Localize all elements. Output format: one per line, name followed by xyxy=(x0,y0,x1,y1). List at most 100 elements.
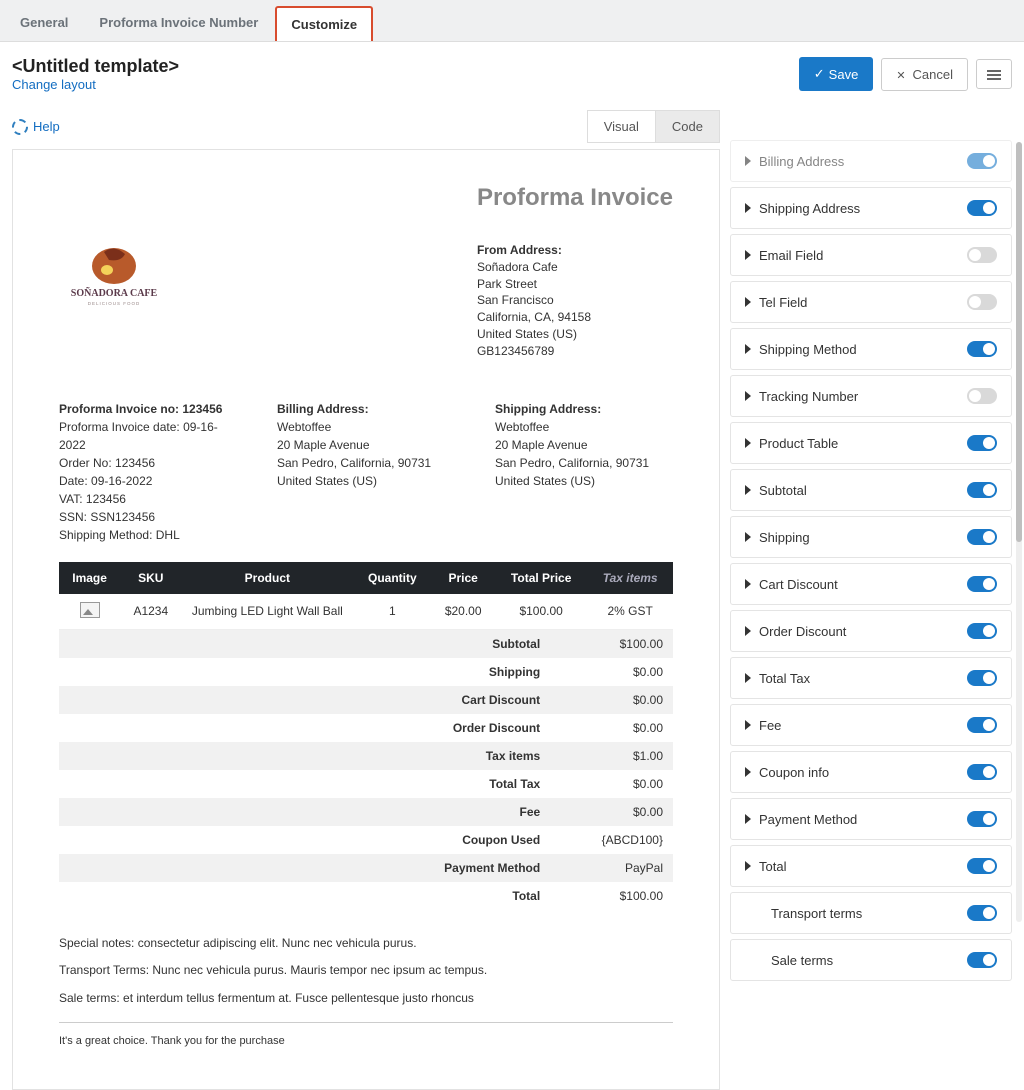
panel-item-label: Payment Method xyxy=(759,812,857,827)
panel-item-label: Subtotal xyxy=(759,483,807,498)
chevron-right-icon xyxy=(745,156,751,166)
toggle-switch[interactable] xyxy=(967,952,997,968)
panel-item-order-discount[interactable]: Order Discount xyxy=(730,610,1012,652)
panel-item-label: Cart Discount xyxy=(759,577,838,592)
panel-item-label: Tracking Number xyxy=(759,389,858,404)
chevron-right-icon xyxy=(745,861,751,871)
toggle-switch[interactable] xyxy=(967,670,997,686)
panel-item-tel-field[interactable]: Tel Field xyxy=(730,281,1012,323)
save-button[interactable]: Save xyxy=(799,57,874,91)
panel-item-label: Product Table xyxy=(759,436,838,451)
panel-item-label: Email Field xyxy=(759,248,823,263)
toggle-switch[interactable] xyxy=(967,576,997,592)
help-icon xyxy=(12,119,28,135)
toggle-switch[interactable] xyxy=(967,294,997,310)
toggle-switch[interactable] xyxy=(967,388,997,404)
template-title: <Untitled template> xyxy=(12,56,799,77)
toggle-switch[interactable] xyxy=(967,341,997,357)
scrollbar[interactable] xyxy=(1016,142,1022,922)
chevron-right-icon xyxy=(745,297,751,307)
hamburger-icon xyxy=(987,68,1001,80)
editor-tab-code[interactable]: Code xyxy=(656,110,720,143)
chevron-right-icon xyxy=(745,438,751,448)
panel-item-label: Billing Address xyxy=(759,154,844,169)
panel-item-product-table[interactable]: Product Table xyxy=(730,422,1012,464)
panel-item-cart-discount[interactable]: Cart Discount xyxy=(730,563,1012,605)
chevron-right-icon xyxy=(745,673,751,683)
table-row: A1234 Jumbing LED Light Wall Ball 1 $20.… xyxy=(59,594,673,630)
menu-button[interactable] xyxy=(976,59,1012,89)
panel-item-sale-terms[interactable]: Sale terms xyxy=(730,939,1012,981)
chevron-right-icon xyxy=(745,814,751,824)
header-bar: <Untitled template> Change layout Save C… xyxy=(0,42,1024,102)
change-layout-link[interactable]: Change layout xyxy=(12,77,96,92)
chevron-right-icon xyxy=(745,485,751,495)
svg-text:DELICIOUS FOOD: DELICIOUS FOOD xyxy=(88,301,141,306)
panel-item-label: Transport terms xyxy=(771,906,862,921)
help-link[interactable]: Help xyxy=(12,119,60,135)
toggle-switch[interactable] xyxy=(967,905,997,921)
panel-item-transport-terms[interactable]: Transport terms xyxy=(730,892,1012,934)
totals-table: Subtotal$100.00Shipping$0.00Cart Discoun… xyxy=(59,630,673,910)
panel-item-total[interactable]: Total xyxy=(730,845,1012,887)
company-logo: SOÑADORA CAFE DELICIOUS FOOD xyxy=(59,240,169,313)
chevron-right-icon xyxy=(745,767,751,777)
chevron-right-icon xyxy=(745,203,751,213)
panel-item-shipping[interactable]: Shipping xyxy=(730,516,1012,558)
from-address: From Address: Soñadora Cafe Park Street … xyxy=(477,242,673,360)
toggle-switch[interactable] xyxy=(967,153,997,169)
panel-item-shipping-method[interactable]: Shipping Method xyxy=(730,328,1012,370)
panel-item-payment-method[interactable]: Payment Method xyxy=(730,798,1012,840)
panel-item-label: Shipping Address xyxy=(759,201,860,216)
panel-item-label: Total xyxy=(759,859,786,874)
panel-item-total-tax[interactable]: Total Tax xyxy=(730,657,1012,699)
svg-text:SOÑADORA CAFE: SOÑADORA CAFE xyxy=(71,287,158,299)
chevron-right-icon xyxy=(745,532,751,542)
toggle-switch[interactable] xyxy=(967,811,997,827)
toggle-switch[interactable] xyxy=(967,482,997,498)
chevron-right-icon xyxy=(745,579,751,589)
chevron-right-icon xyxy=(745,250,751,260)
chevron-right-icon xyxy=(745,626,751,636)
panel-item-coupon-info[interactable]: Coupon info xyxy=(730,751,1012,793)
invoice-title: Proforma Invoice xyxy=(477,184,673,212)
panel-item-label: Coupon info xyxy=(759,765,829,780)
toggle-switch[interactable] xyxy=(967,435,997,451)
toggle-switch[interactable] xyxy=(967,623,997,639)
toggle-switch[interactable] xyxy=(967,717,997,733)
panel-item-label: Shipping Method xyxy=(759,342,857,357)
editor-tabs: Visual Code xyxy=(587,110,720,143)
toggle-switch[interactable] xyxy=(967,529,997,545)
panel-item-tracking-number[interactable]: Tracking Number xyxy=(730,375,1012,417)
editor-tab-visual[interactable]: Visual xyxy=(587,110,656,143)
panel-item-subtotal[interactable]: Subtotal xyxy=(730,469,1012,511)
tab-proforma-invoice-number[interactable]: Proforma Invoice Number xyxy=(85,6,272,41)
billing-address: Billing Address: Webtoffee 20 Maple Aven… xyxy=(277,400,455,544)
panel-item-fee[interactable]: Fee xyxy=(730,704,1012,746)
cancel-button[interactable]: Cancel xyxy=(881,58,968,91)
top-tabs: General Proforma Invoice Number Customiz… xyxy=(0,0,1024,42)
image-placeholder-icon xyxy=(80,602,100,618)
close-icon xyxy=(896,67,908,82)
panel-item-label: Total Tax xyxy=(759,671,810,686)
check-icon xyxy=(814,66,825,82)
product-table: Image SKU Product Quantity Price Total P… xyxy=(59,562,673,630)
invoice-meta: Proforma Invoice no: 123456 Proforma Inv… xyxy=(59,400,237,544)
tab-general[interactable]: General xyxy=(6,6,82,41)
panel-item-shipping-address[interactable]: Shipping Address xyxy=(730,187,1012,229)
chevron-right-icon xyxy=(745,720,751,730)
invoice-preview: SOÑADORA CAFE DELICIOUS FOOD Proforma In… xyxy=(12,149,720,1090)
toggle-switch[interactable] xyxy=(967,200,997,216)
panel-item-billing-address[interactable]: Billing Address xyxy=(730,140,1012,182)
panel-item-label: Sale terms xyxy=(771,953,833,968)
options-panel: Billing Address Shipping Address Email Fie… xyxy=(730,142,1012,981)
tab-customize[interactable]: Customize xyxy=(275,6,373,41)
toggle-switch[interactable] xyxy=(967,764,997,780)
panel-item-label: Tel Field xyxy=(759,295,807,310)
shipping-address: Shipping Address: Webtoffee 20 Maple Ave… xyxy=(495,400,673,544)
toggle-switch[interactable] xyxy=(967,858,997,874)
toggle-switch[interactable] xyxy=(967,247,997,263)
panel-item-label: Shipping xyxy=(759,530,810,545)
panel-item-email-field[interactable]: Email Field xyxy=(730,234,1012,276)
invoice-notes: Special notes: consectetur adipiscing el… xyxy=(59,930,673,1055)
